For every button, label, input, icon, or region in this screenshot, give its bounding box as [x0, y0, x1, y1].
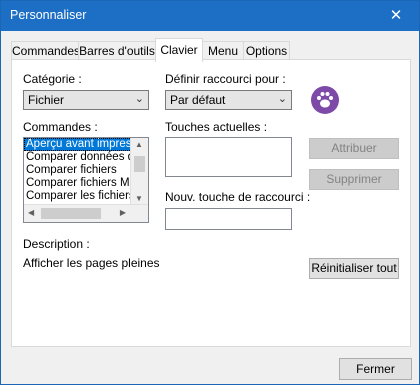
- category-value: Fichier: [28, 93, 65, 107]
- shortcut-for-value: Par défaut: [170, 93, 226, 107]
- scrollbar-corner: [131, 205, 148, 222]
- scroll-down-arrow-icon[interactable]: ▼: [135, 194, 143, 203]
- new-key-label: Nouv. touche de raccourci :: [165, 190, 311, 204]
- description-text: Afficher les pages pleines: [23, 256, 160, 270]
- current-keys-listbox[interactable]: [165, 137, 292, 177]
- close-button[interactable]: Fermer: [339, 358, 412, 380]
- chevron-down-icon: ⌄: [277, 93, 287, 105]
- tab-toolbars[interactable]: Barres d'outils: [78, 41, 156, 61]
- new-key-input[interactable]: [165, 208, 292, 230]
- tab-commands[interactable]: Commandes: [11, 41, 80, 61]
- shortcut-for-label: Définir raccourci pour :: [165, 72, 286, 86]
- shortcut-for-dropdown[interactable]: Par défaut ⌄: [165, 90, 292, 110]
- tab-keyboard[interactable]: Clavier: [155, 38, 203, 62]
- reset-all-button[interactable]: Réinitialiser tout: [309, 258, 399, 279]
- scroll-right-arrow-icon[interactable]: ▶: [120, 208, 126, 217]
- horizontal-scroll-thumb[interactable]: [41, 208, 101, 219]
- commands-horizontal-scrollbar[interactable]: ◀ ▶: [24, 204, 148, 222]
- commands-vertical-scrollbar[interactable]: ▲ ▼: [130, 138, 148, 205]
- chevron-down-icon: ⌄: [134, 93, 144, 105]
- tab-options[interactable]: Options: [243, 41, 290, 61]
- vertical-scroll-thumb[interactable]: [134, 156, 145, 172]
- description-label: Description :: [23, 237, 90, 251]
- customize-dialog: Personnaliser ✕ Commandes Barres d'outil…: [0, 0, 420, 385]
- tab-menu[interactable]: Menu: [202, 41, 244, 61]
- category-label: Catégorie :: [23, 72, 82, 86]
- commands-label: Commandes :: [23, 120, 98, 134]
- current-keys-label: Touches actuelles :: [165, 120, 268, 134]
- paw-print-icon: [311, 86, 339, 114]
- remove-button[interactable]: Supprimer: [309, 169, 399, 190]
- category-dropdown[interactable]: Fichier ⌄: [23, 90, 149, 110]
- scroll-up-arrow-icon[interactable]: ▲: [135, 140, 143, 149]
- window-title: Personnaliser: [10, 8, 87, 22]
- title-bar: Personnaliser ✕: [1, 1, 419, 31]
- commands-listbox[interactable]: Aperçu avant impression Comparer données…: [23, 137, 149, 223]
- scroll-left-arrow-icon[interactable]: ◀: [28, 208, 34, 217]
- close-window-button[interactable]: ✕: [373, 1, 419, 31]
- assign-button[interactable]: Attribuer: [309, 138, 399, 159]
